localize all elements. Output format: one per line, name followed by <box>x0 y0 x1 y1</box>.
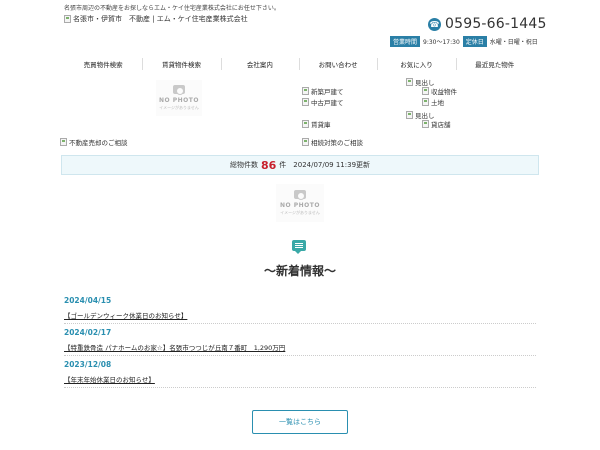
link-new-house[interactable]: 新築戸建て <box>302 86 344 96</box>
link-label: 収益物件 <box>431 88 457 96</box>
link-income-property[interactable]: 収益物件 <box>422 86 457 96</box>
broken-image-icon <box>406 111 413 119</box>
count-updated: 2024/07/09 11:39更新 <box>293 161 371 169</box>
main-nav: 売買物件検索 賃貸物件検索 会社案内 お問い合わせ お気に入り 最近見た物件 <box>64 53 534 75</box>
phone-contact[interactable]: ☎ 0595-66-1445 <box>428 16 547 32</box>
link-sell-consultation[interactable]: 不動産売却のご相談 <box>60 137 128 147</box>
nav-sale-search[interactable]: 売買物件検索 <box>64 53 142 75</box>
news-link[interactable]: 【年末年始休業日のお知らせ】 <box>64 374 536 384</box>
broken-image-icon <box>302 120 309 128</box>
count-unit: 件 <box>279 161 287 169</box>
link-label: 土地 <box>431 99 444 107</box>
hours-label: 営業時間 <box>390 36 421 47</box>
no-photo-title: NO PHOTO <box>280 202 320 209</box>
news-date: 2023/12/08 <box>64 360 112 369</box>
property-count-bar: 総物件数 86 件 2024/07/09 11:39更新 <box>61 155 539 175</box>
link-rental[interactable]: 賃貸庫 <box>302 119 331 129</box>
phone-number: 0595-66-1445 <box>445 16 547 32</box>
news-list: 2024/04/15 【ゴールデンウィーク休業日のお知らせ】 2024/02/1… <box>64 292 536 388</box>
link-rental-shop[interactable]: 貸店舗 <box>422 119 451 129</box>
logo-alt-text: 名張市・伊賀市 不動産 | エム・ケイ住宅産業株式会社 <box>73 15 248 23</box>
count-value: 86 <box>260 158 277 172</box>
link-label: 賃貸庫 <box>311 121 331 129</box>
hours-value: 9:30～17:30 <box>423 39 460 46</box>
link-inheritance-consultation[interactable]: 相続対策のご相談 <box>302 137 363 147</box>
list-item: 2024/02/17 【特重鉄骨造 パナホームのお家☆】名張市つつじが丘南７番町… <box>64 324 536 356</box>
broken-image-icon <box>302 138 309 146</box>
link-label: 中古戸建て <box>311 99 344 107</box>
news-date: 2024/04/15 <box>64 296 112 305</box>
link-used-house[interactable]: 中古戸建て <box>302 97 344 107</box>
news-date: 2024/02/17 <box>64 328 112 337</box>
broken-image-icon <box>302 87 309 95</box>
nav-recently-viewed[interactable]: 最近見た物件 <box>455 53 534 75</box>
link-land[interactable]: 土地 <box>422 97 444 107</box>
nav-company[interactable]: 会社案内 <box>220 53 299 75</box>
no-photo-banner-1: NO PHOTO イメージがありません <box>156 80 202 116</box>
nav-rent-search[interactable]: 賃貸物件検索 <box>142 53 220 75</box>
no-photo-banner-2: NO PHOTO イメージがありません <box>276 184 324 222</box>
broken-image-icon <box>64 15 71 23</box>
broken-image-icon <box>60 138 67 146</box>
business-hours: 営業時間 9:30～17:30 定休日 水曜・日曜・祝日 <box>390 36 538 47</box>
list-item: 2023/12/08 【年末年始休業日のお知らせ】 <box>64 356 536 388</box>
view-all-button[interactable]: 一覧はこちら <box>252 410 348 434</box>
site-tagline: 名張市周辺の不動産をお探しならエム・ケイ住宅産業株式会社にお任せ下さい。 <box>64 5 280 12</box>
no-photo-subtitle: イメージがありません <box>159 105 199 110</box>
broken-image-icon <box>422 87 429 95</box>
no-photo-subtitle: イメージがありません <box>280 210 320 215</box>
broken-image-icon <box>422 120 429 128</box>
nav-contact[interactable]: お問い合わせ <box>298 53 377 75</box>
link-label: 不動産売却のご相談 <box>69 139 128 147</box>
news-section-title: ～新着情報～ <box>263 264 336 278</box>
broken-image-icon <box>406 78 413 86</box>
link-label: 相続対策のご相談 <box>311 139 363 147</box>
link-label: 貸店舗 <box>431 121 451 129</box>
count-label: 総物件数 <box>229 161 258 169</box>
camera-icon <box>173 85 185 95</box>
closed-days: 水曜・日曜・祝日 <box>489 39 538 46</box>
nav-favorites[interactable]: お気に入り <box>377 53 455 75</box>
news-icon <box>292 240 306 254</box>
closed-label: 定休日 <box>462 36 487 47</box>
list-item: 2024/04/15 【ゴールデンウィーク休業日のお知らせ】 <box>64 292 536 324</box>
camera-icon <box>294 190 306 200</box>
news-link[interactable]: 【ゴールデンウィーク休業日のお知らせ】 <box>64 310 536 320</box>
link-label: 新築戸建て <box>311 88 344 96</box>
broken-image-icon <box>422 98 429 106</box>
phone-icon: ☎ <box>428 17 441 31</box>
broken-image-icon <box>302 98 309 106</box>
no-photo-title: NO PHOTO <box>159 97 199 104</box>
news-link[interactable]: 【特重鉄骨造 パナホームのお家☆】名張市つつじが丘南７番町 1,290万円 <box>64 342 536 352</box>
company-logo[interactable]: 名張市・伊賀市 不動産 | エム・ケイ住宅産業株式会社 <box>64 14 248 24</box>
